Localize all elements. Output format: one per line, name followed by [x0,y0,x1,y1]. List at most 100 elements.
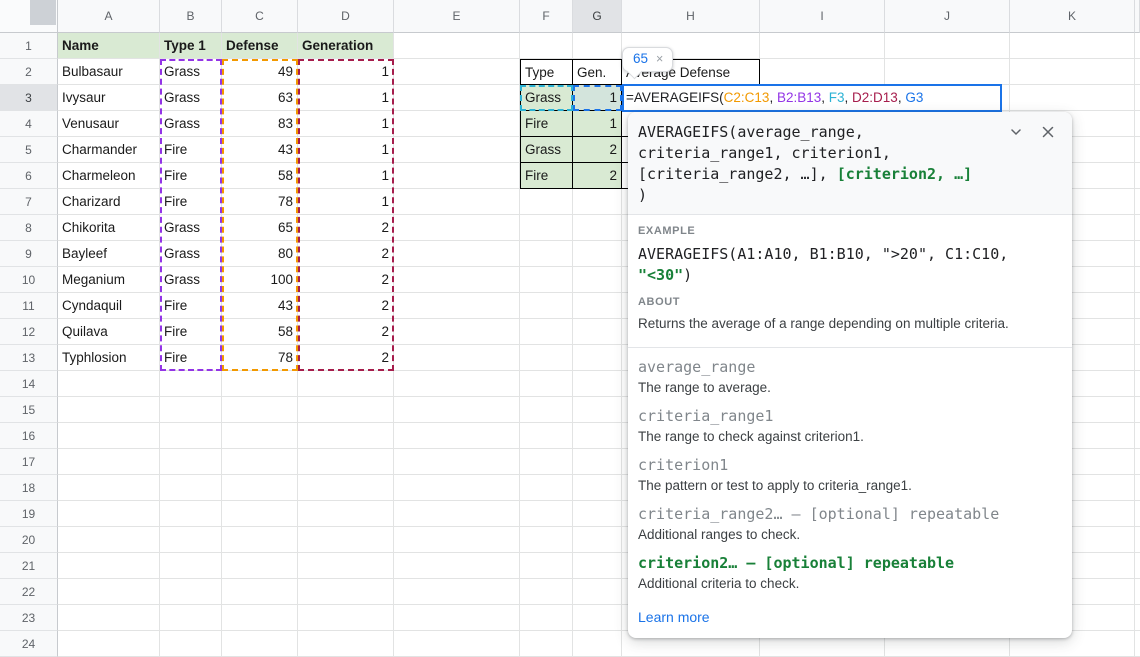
cell-B13[interactable]: Fire [160,345,222,371]
row-header-10[interactable]: 10 [0,267,58,293]
cell-D2[interactable]: 1 [298,59,394,85]
cell-F14[interactable] [520,371,573,397]
cell-E1[interactable] [394,33,520,59]
cell-B7[interactable]: Fire [160,189,222,215]
cell-A13[interactable]: Typhlosion [58,345,160,371]
cell-B14[interactable] [160,371,222,397]
cell-B4[interactable]: Grass [160,111,222,137]
cell-A19[interactable] [58,501,160,527]
cell-F19[interactable] [520,501,573,527]
cell-F22[interactable] [520,579,573,605]
cell-C6[interactable]: 58 [222,163,298,189]
cell-B6[interactable]: Fire [160,163,222,189]
cell-C11[interactable]: 43 [222,293,298,319]
cell-C7[interactable]: 78 [222,189,298,215]
cell-A5[interactable]: Charmander [58,137,160,163]
cell-B19[interactable] [160,501,222,527]
cell-C10[interactable]: 100 [222,267,298,293]
cell-A2[interactable]: Bulbasaur [58,59,160,85]
cell-E3[interactable] [394,85,520,111]
cell-G18[interactable] [573,475,622,501]
cell-F3[interactable]: Grass [520,85,573,111]
cell-D18[interactable] [298,475,394,501]
cell-G16[interactable] [573,423,622,449]
column-header-C[interactable]: C [222,0,298,33]
column-header-E[interactable]: E [394,0,520,33]
cell-A21[interactable] [58,553,160,579]
cell-D23[interactable] [298,605,394,631]
cell-E4[interactable] [394,111,520,137]
cell-A18[interactable] [58,475,160,501]
cell-E15[interactable] [394,397,520,423]
column-header-G[interactable]: G [573,0,622,33]
cell-A24[interactable] [58,631,160,657]
cell-A23[interactable] [58,605,160,631]
cell-D24[interactable] [298,631,394,657]
cell-C12[interactable]: 58 [222,319,298,345]
cell-A15[interactable] [58,397,160,423]
cell-B22[interactable] [160,579,222,605]
learn-more-link[interactable]: Learn more [638,609,710,625]
cell-A14[interactable] [58,371,160,397]
cell-D11[interactable]: 2 [298,293,394,319]
cell-F1[interactable] [520,33,573,59]
cell-G1[interactable] [573,33,622,59]
row-header-1[interactable]: 1 [0,33,58,59]
row-header-17[interactable]: 17 [0,449,58,475]
cell-C18[interactable] [222,475,298,501]
row-header-14[interactable]: 14 [0,371,58,397]
cell-F2[interactable]: Type [520,59,573,85]
cell-E8[interactable] [394,215,520,241]
cell-C22[interactable] [222,579,298,605]
column-header-D[interactable]: D [298,0,394,33]
cell-D1[interactable]: Generation [298,33,394,59]
cell-B16[interactable] [160,423,222,449]
cell-D20[interactable] [298,527,394,553]
cell-B1[interactable]: Type 1 [160,33,222,59]
cell-D22[interactable] [298,579,394,605]
cell-A3[interactable]: Ivysaur [58,85,160,111]
cell-G4[interactable]: 1 [573,111,622,137]
row-header-16[interactable]: 16 [0,423,58,449]
row-header-24[interactable]: 24 [0,631,58,657]
cell-K2[interactable] [1010,59,1135,85]
cell-E9[interactable] [394,241,520,267]
cell-C17[interactable] [222,449,298,475]
cell-E6[interactable] [394,163,520,189]
cell-G22[interactable] [573,579,622,605]
cell-G14[interactable] [573,371,622,397]
cell-G7[interactable] [573,189,622,215]
cell-F13[interactable] [520,345,573,371]
cell-G20[interactable] [573,527,622,553]
cell-C4[interactable]: 83 [222,111,298,137]
cell-D16[interactable] [298,423,394,449]
cell-F17[interactable] [520,449,573,475]
cell-A10[interactable]: Meganium [58,267,160,293]
formula-editor[interactable]: =AVERAGEIFS(C2:C13, B2:B13, F3, D2:D13, … [622,84,1002,112]
cell-D17[interactable] [298,449,394,475]
cell-E17[interactable] [394,449,520,475]
cell-E11[interactable] [394,293,520,319]
cell-B21[interactable] [160,553,222,579]
cell-A8[interactable]: Chikorita [58,215,160,241]
close-icon[interactable] [1038,122,1058,142]
cell-C2[interactable]: 49 [222,59,298,85]
cell-D9[interactable]: 2 [298,241,394,267]
cell-D6[interactable]: 1 [298,163,394,189]
cell-F12[interactable] [520,319,573,345]
cell-A6[interactable]: Charmeleon [58,163,160,189]
cell-G24[interactable] [573,631,622,657]
cell-G6[interactable]: 2 [573,163,622,189]
cell-A12[interactable]: Quilava [58,319,160,345]
cell-B10[interactable]: Grass [160,267,222,293]
cell-E18[interactable] [394,475,520,501]
row-header-13[interactable]: 13 [0,345,58,371]
cell-G9[interactable] [573,241,622,267]
cell-D21[interactable] [298,553,394,579]
cell-D8[interactable]: 2 [298,215,394,241]
cell-B24[interactable] [160,631,222,657]
cell-A20[interactable] [58,527,160,553]
cell-E2[interactable] [394,59,520,85]
row-header-23[interactable]: 23 [0,605,58,631]
column-header-F[interactable]: F [520,0,573,33]
